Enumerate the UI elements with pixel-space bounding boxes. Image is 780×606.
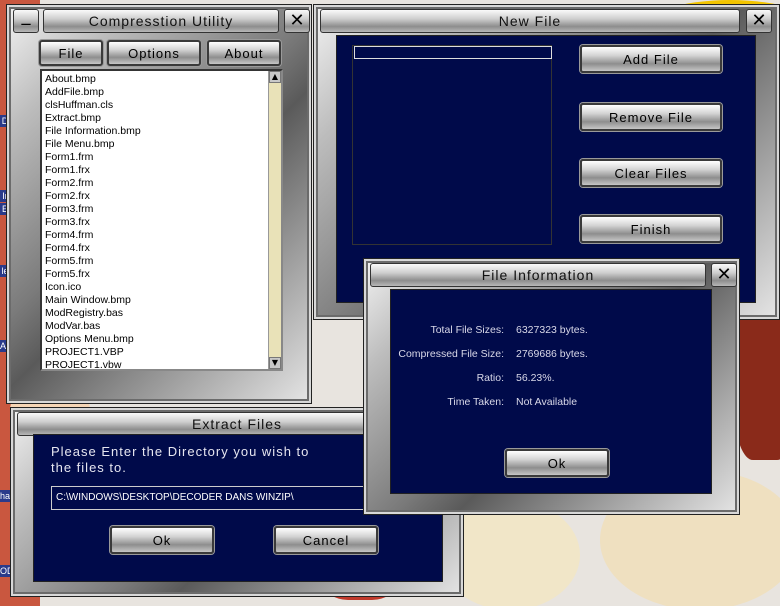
extract-cancel-button[interactable]: Cancel xyxy=(274,526,378,554)
total-file-sizes-value: 6327323 bytes. xyxy=(516,324,588,336)
file-information-close-button[interactable]: ✕ xyxy=(711,263,737,287)
file-listbox[interactable]: About.bmp AddFile.bmp clsHuffman.cls Extrac… xyxy=(40,69,283,371)
list-item[interactable]: Form5.frx xyxy=(45,268,281,281)
new-file-input[interactable] xyxy=(354,46,552,59)
minimize-button[interactable]: _ xyxy=(13,5,39,33)
list-item[interactable]: Form3.frx xyxy=(45,216,281,229)
scroll-down-arrow-icon[interactable]: ▼ xyxy=(269,357,281,369)
file-information-window: File Information ✕ Total File Sizes: 632… xyxy=(363,258,740,515)
compression-utility-titlebar[interactable]: Compresstion Utility xyxy=(43,9,279,33)
close-icon: ✕ xyxy=(751,10,767,31)
list-item[interactable]: PROJECT1.VBP xyxy=(45,346,281,359)
file-list: About.bmp AddFile.bmp clsHuffman.cls Extrac… xyxy=(42,71,281,369)
finish-button[interactable]: Finish xyxy=(580,215,722,243)
menu-options[interactable]: Options xyxy=(107,40,201,66)
remove-file-button[interactable]: Remove File xyxy=(580,103,722,131)
window-title: Compresstion Utility xyxy=(88,13,234,29)
list-item[interactable]: Icon.ico xyxy=(45,281,281,294)
list-item[interactable]: File Menu.bmp xyxy=(45,138,281,151)
compression-utility-window: _ Compresstion Utility ✕ File Options Ab… xyxy=(6,4,312,404)
menu-about[interactable]: About xyxy=(207,40,281,66)
file-information-ok-button[interactable]: Ok xyxy=(505,449,609,477)
list-item[interactable]: PROJECT1.vbw xyxy=(45,359,281,369)
extract-ok-button[interactable]: Ok xyxy=(110,526,214,554)
add-file-button[interactable]: Add File xyxy=(580,45,722,73)
list-item[interactable]: ModVar.bas xyxy=(45,320,281,333)
list-item[interactable]: ModRegistry.bas xyxy=(45,307,281,320)
close-icon: ✕ xyxy=(289,10,305,31)
list-item[interactable]: Form1.frx xyxy=(45,164,281,177)
list-item[interactable]: AddFile.bmp xyxy=(45,86,281,99)
file-information-titlebar[interactable]: File Information xyxy=(370,263,706,287)
list-item[interactable]: Form1.frm xyxy=(45,151,281,164)
list-item[interactable]: About.bmp xyxy=(45,73,281,86)
list-item[interactable]: Extract.bmp xyxy=(45,112,281,125)
list-item[interactable]: Form4.frx xyxy=(45,242,281,255)
menu-file[interactable]: File xyxy=(39,40,103,66)
list-item[interactable]: Form3.frm xyxy=(45,203,281,216)
compressed-file-size-label: Compressed File Size: xyxy=(398,348,504,360)
list-item[interactable]: Form2.frx xyxy=(45,190,281,203)
list-item[interactable]: clsHuffman.cls xyxy=(45,99,281,112)
compression-utility-close-button[interactable]: ✕ xyxy=(284,9,310,33)
list-item[interactable]: Options Menu.bmp xyxy=(45,333,281,346)
ratio-value: 56.23%. xyxy=(516,372,555,384)
clear-files-button[interactable]: Clear Files xyxy=(580,159,722,187)
new-file-list[interactable] xyxy=(352,45,552,245)
close-icon: ✕ xyxy=(716,264,732,285)
total-file-sizes-label: Total File Sizes: xyxy=(430,324,504,336)
scroll-up-arrow-icon[interactable]: ▲ xyxy=(269,71,281,83)
compressed-file-size-value: 2769686 bytes. xyxy=(516,348,588,360)
desktop-icon-label[interactable]: OD xyxy=(0,565,14,577)
time-taken-value: Not Available xyxy=(516,396,578,408)
list-item[interactable]: Form2.frm xyxy=(45,177,281,190)
list-scrollbar[interactable]: ▲ ▼ xyxy=(268,71,281,369)
time-taken-label: Time Taken: xyxy=(447,396,504,408)
window-title: New File xyxy=(498,13,562,29)
new-file-titlebar[interactable]: New File xyxy=(320,9,740,33)
desktop-art xyxy=(735,300,780,460)
minimize-icon: _ xyxy=(21,5,31,26)
list-item[interactable]: Main Window.bmp xyxy=(45,294,281,307)
ratio-label: Ratio: xyxy=(476,372,504,384)
window-title: File Information xyxy=(481,267,595,283)
new-file-close-button[interactable]: ✕ xyxy=(746,9,772,33)
desktop-icon-label[interactable]: ha xyxy=(0,490,10,502)
list-item[interactable]: Form5.frm xyxy=(45,255,281,268)
list-item[interactable]: File Information.bmp xyxy=(45,125,281,138)
list-item[interactable]: Form4.frm xyxy=(45,229,281,242)
window-title: Extract Files xyxy=(191,416,282,432)
